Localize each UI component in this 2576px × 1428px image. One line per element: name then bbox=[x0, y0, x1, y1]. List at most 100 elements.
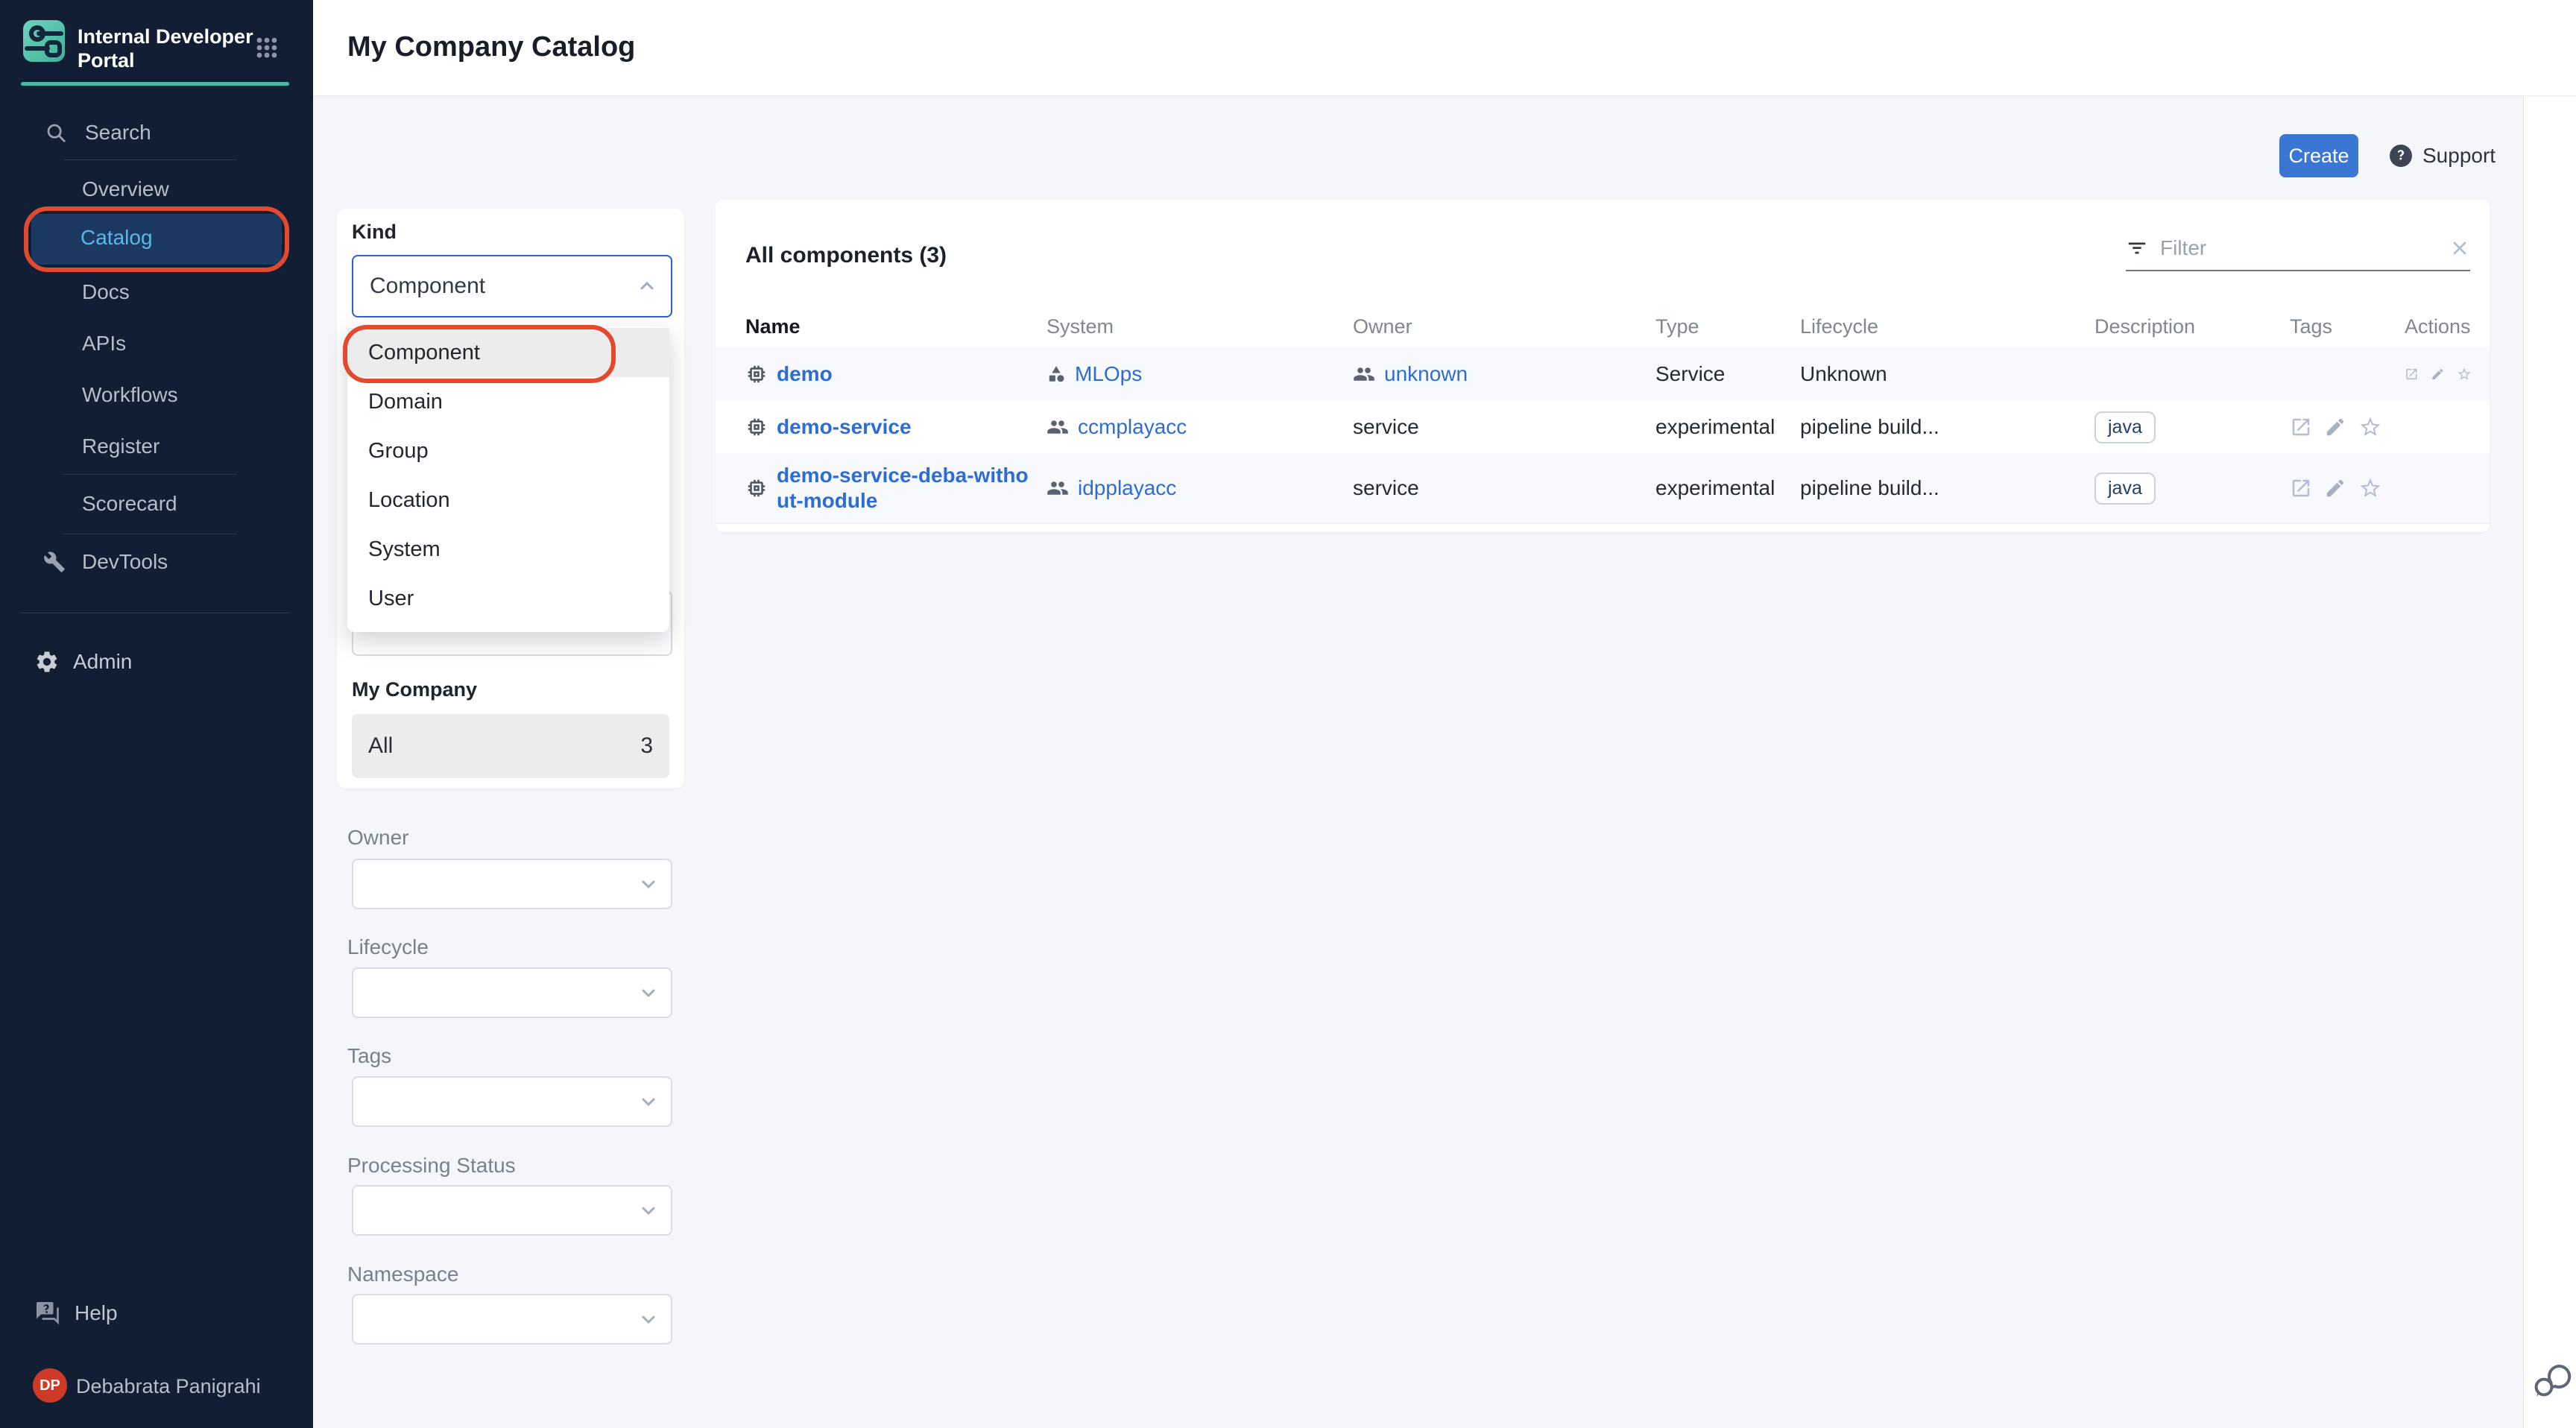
sidebar-item-label: DevTools bbox=[82, 550, 168, 574]
namespace-select[interactable] bbox=[352, 1294, 672, 1345]
open-in-new-icon[interactable] bbox=[2290, 416, 2312, 438]
processing-status-select[interactable] bbox=[352, 1185, 672, 1236]
kind-option-location[interactable]: Location bbox=[347, 476, 669, 525]
filter-input[interactable] bbox=[2159, 236, 2439, 261]
chevron-down-icon bbox=[638, 1200, 659, 1221]
kind-option-system[interactable]: System bbox=[347, 525, 669, 574]
system-link[interactable]: MLOps bbox=[1046, 362, 1353, 386]
kind-select-value: Component bbox=[370, 274, 485, 299]
edit-pencil-icon[interactable] bbox=[2431, 363, 2445, 385]
owner-link[interactable]: idpplayacc bbox=[1046, 476, 1353, 500]
processing-status-filter-label: Processing Status bbox=[347, 1154, 516, 1178]
help-chat-icon bbox=[34, 1300, 61, 1327]
group-icon bbox=[1353, 363, 1375, 385]
sidebar-item-apis[interactable]: APIs bbox=[82, 324, 126, 363]
owner-link[interactable]: ccmplayacc bbox=[1046, 415, 1353, 439]
my-company-all-label: All bbox=[368, 733, 393, 759]
column-header-lifecycle[interactable]: Lifecycle bbox=[1800, 315, 2094, 338]
component-link[interactable]: demo-service bbox=[745, 414, 1046, 440]
group-icon bbox=[1046, 416, 1069, 438]
create-button[interactable]: Create bbox=[2279, 134, 2358, 177]
component-name: demo-service-deba-without-module bbox=[777, 463, 1030, 514]
sidebar-item-admin[interactable]: Admin bbox=[34, 642, 132, 681]
user-avatar[interactable]: DP bbox=[33, 1368, 67, 1403]
column-header-system[interactable]: System bbox=[1046, 315, 1353, 338]
sidebar-item-label: Catalog bbox=[80, 226, 153, 250]
tags-select[interactable] bbox=[352, 1076, 672, 1127]
column-header-tags[interactable]: Tags bbox=[2290, 315, 2405, 338]
open-in-new-icon[interactable] bbox=[2290, 477, 2312, 499]
apps-grid-icon[interactable] bbox=[255, 36, 279, 60]
table-row: demo-service-deba-without-module idpplay… bbox=[716, 453, 2490, 524]
owner-name: unknown bbox=[1384, 362, 1468, 386]
question-circle-icon bbox=[2388, 143, 2414, 168]
component-chip-icon bbox=[745, 363, 768, 385]
sidebar-item-search[interactable]: Search bbox=[45, 113, 151, 152]
column-header-description[interactable]: Description bbox=[2094, 315, 2290, 338]
sidebar-item-help[interactable]: Help bbox=[34, 1294, 118, 1333]
component-link[interactable]: demo-service-deba-without-module bbox=[745, 463, 1046, 514]
sidebar-item-devtools[interactable]: DevTools bbox=[43, 543, 168, 581]
sidebar-divider bbox=[63, 159, 236, 160]
component-link[interactable]: demo bbox=[745, 361, 1046, 387]
chevron-down-icon bbox=[638, 873, 659, 894]
component-name: demo-service bbox=[777, 414, 912, 440]
lifecycle-cell: experimental bbox=[1655, 415, 1800, 439]
owner-link[interactable]: unknown bbox=[1353, 362, 1655, 386]
column-header-owner[interactable]: Owner bbox=[1353, 315, 1655, 338]
logo-underline bbox=[21, 82, 289, 86]
sidebar-item-label: Scorecard bbox=[82, 492, 177, 516]
owner-select[interactable] bbox=[352, 859, 672, 909]
type-cell: service bbox=[1353, 415, 1655, 439]
sidebar-item-catalog[interactable]: Catalog bbox=[31, 214, 282, 265]
kind-option-user[interactable]: User bbox=[347, 574, 669, 623]
open-in-new-icon[interactable] bbox=[2405, 363, 2419, 385]
support-button[interactable]: Support bbox=[2388, 143, 2496, 168]
kind-option-component[interactable]: Component bbox=[347, 328, 669, 377]
column-header-name[interactable]: Name bbox=[745, 315, 1046, 338]
clear-filter-icon[interactable] bbox=[2449, 238, 2470, 259]
star-icon[interactable] bbox=[2358, 476, 2382, 500]
component-name: demo bbox=[777, 361, 833, 387]
components-table-card: All components (3) Name System Owner Typ… bbox=[716, 200, 2490, 532]
sidebar-item-docs[interactable]: Docs bbox=[82, 273, 130, 312]
page-title: My Company Catalog bbox=[347, 31, 635, 63]
owner-name: ccmplayacc bbox=[1078, 415, 1187, 439]
owner-filter-label: Owner bbox=[347, 826, 408, 850]
sidebar-item-label: Search bbox=[85, 121, 151, 145]
sidebar-item-register[interactable]: Register bbox=[82, 427, 160, 466]
gear-icon bbox=[34, 649, 60, 674]
search-icon bbox=[45, 121, 67, 144]
lifecycle-select[interactable] bbox=[352, 967, 672, 1018]
user-name[interactable]: Debabrata Panigrahi bbox=[76, 1367, 261, 1406]
kind-label: Kind bbox=[352, 221, 397, 244]
kind-option-domain[interactable]: Domain bbox=[347, 377, 669, 426]
column-header-type[interactable]: Type bbox=[1655, 315, 1800, 338]
star-icon[interactable] bbox=[2457, 362, 2472, 386]
star-icon[interactable] bbox=[2358, 415, 2382, 439]
lifecycle-filter-label: Lifecycle bbox=[347, 935, 429, 959]
table-row: demo MLOps unknown Service Unknown bbox=[716, 347, 2490, 401]
kind-select[interactable]: Component bbox=[352, 255, 672, 317]
edit-pencil-icon[interactable] bbox=[2324, 416, 2346, 438]
table-title: All components (3) bbox=[745, 243, 947, 268]
type-cell: Service bbox=[1655, 362, 1800, 386]
system-name: MLOps bbox=[1075, 362, 1142, 386]
chevron-down-icon bbox=[638, 982, 659, 1003]
sidebar-item-label: Admin bbox=[73, 650, 132, 674]
app-title: Internal Developer Portal bbox=[78, 25, 256, 72]
my-company-all-row[interactable]: All 3 bbox=[352, 714, 669, 778]
sidebar-item-workflows[interactable]: Workflows bbox=[82, 376, 178, 414]
sidebar-item-scorecard[interactable]: Scorecard bbox=[82, 484, 177, 523]
edit-pencil-icon[interactable] bbox=[2324, 477, 2346, 499]
chat-bubbles-icon[interactable] bbox=[2531, 1356, 2573, 1406]
sidebar-item-label: Workflows bbox=[82, 383, 178, 407]
kind-option-group[interactable]: Group bbox=[347, 426, 669, 476]
lifecycle-cell: experimental bbox=[1655, 476, 1800, 500]
namespace-filter-label: Namespace bbox=[347, 1263, 458, 1286]
create-button-label: Create bbox=[2288, 145, 2349, 168]
sidebar-item-label: Register bbox=[82, 435, 160, 458]
sidebar-item-overview[interactable]: Overview bbox=[82, 170, 169, 209]
tag-chip: java bbox=[2094, 411, 2156, 443]
tags-filter-label: Tags bbox=[347, 1044, 391, 1068]
